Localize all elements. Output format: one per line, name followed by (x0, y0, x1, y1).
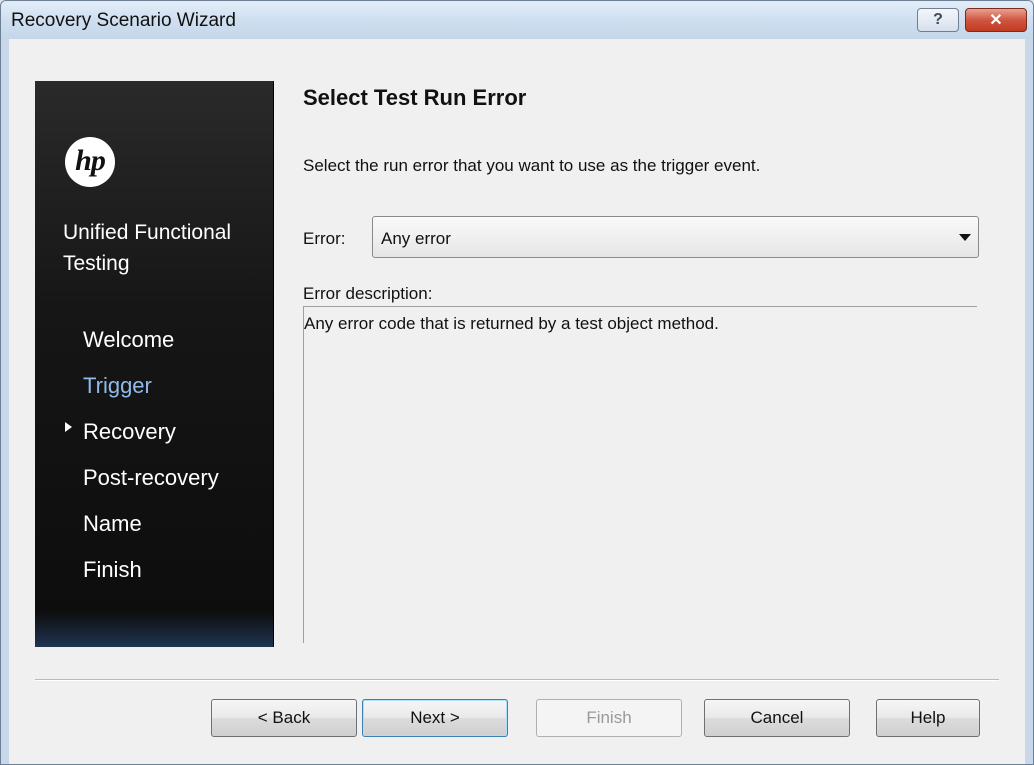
sidebar-step-recovery: Recovery (83, 419, 176, 444)
close-icon: ✕ (989, 12, 1003, 29)
wizard-window: Recovery Scenario Wizard ? ✕ hp Unified … (0, 0, 1034, 765)
finish-button[interactable]: Finish (536, 699, 682, 737)
error-description-text: Any error code that is returned by a tes… (304, 314, 719, 333)
error-label: Error: (303, 229, 346, 248)
page-title: Select Test Run Error (303, 85, 527, 110)
back-button[interactable]: < Back (211, 699, 357, 737)
hp-logo-icon: hp (65, 137, 115, 187)
instruction-text: Select the run error that you want to us… (303, 156, 761, 175)
title-bar[interactable]: Recovery Scenario Wizard ? ✕ (1, 1, 1033, 39)
sidebar-step-finish: Finish (83, 557, 142, 582)
close-button[interactable]: ✕ (965, 8, 1027, 32)
sidebar-accent (35, 611, 273, 647)
wizard-sidebar: hp Unified Functional Testing Welcome Tr… (35, 81, 274, 647)
error-description-box: Any error code that is returned by a tes… (303, 306, 977, 643)
footer-divider (35, 679, 999, 681)
sidebar-step-trigger: Trigger (83, 373, 152, 398)
current-step-arrow-icon (65, 422, 72, 432)
error-dropdown[interactable]: Any error (372, 216, 979, 258)
cancel-button[interactable]: Cancel (704, 699, 850, 737)
product-name-line2: Testing (63, 252, 130, 275)
help-button[interactable]: Help (876, 699, 980, 737)
error-description-label: Error description: (303, 284, 433, 303)
dialog-client-area: hp Unified Functional Testing Welcome Tr… (9, 39, 1025, 764)
question-icon: ? (933, 11, 943, 28)
hp-logo-text: hp (75, 144, 106, 177)
sidebar-step-name: Name (83, 511, 142, 536)
chevron-down-icon[interactable] (959, 234, 971, 241)
next-button[interactable]: Next > (362, 699, 508, 737)
sidebar-step-welcome: Welcome (83, 327, 175, 352)
window-title: Recovery Scenario Wizard (11, 10, 236, 31)
product-name: Unified Functional Testing (63, 217, 273, 279)
sidebar-step-post-recovery: Post-recovery (83, 465, 219, 490)
error-dropdown-value: Any error (381, 229, 451, 248)
product-name-line1: Unified Functional (63, 221, 232, 244)
help-title-button[interactable]: ? (917, 8, 959, 32)
